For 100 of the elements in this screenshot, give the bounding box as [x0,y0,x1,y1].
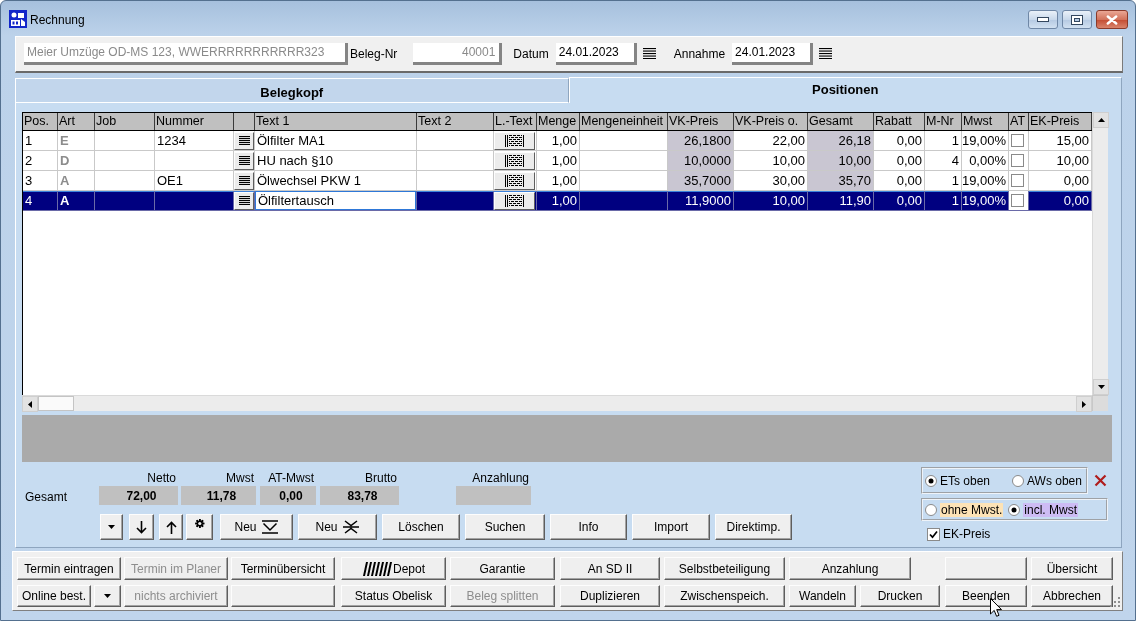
dropdown-button[interactable] [100,514,123,540]
minimize-icon [1037,17,1049,22]
action-button[interactable]: Wandeln [789,585,856,607]
action-button[interactable]: Anzahlung [789,557,911,580]
column-header[interactable]: VK-Preis o. [734,113,808,130]
checkbox[interactable] [1011,174,1024,187]
column-header[interactable]: Menge [537,113,580,130]
action-button[interactable]: Status Obelisk [341,585,446,607]
horizontal-scrollbar[interactable] [22,395,1092,411]
table-row[interactable]: 1 E 1234 Ölfilter MA1 1,00 26,1800 22,00 26,18 0,00 1 19,00% 15,00 [23,131,1092,151]
settings-button[interactable] [186,514,213,540]
action-button[interactable]: Garantie [450,557,555,580]
radio-option[interactable]: ETs oben [925,473,1012,488]
list-icon [238,176,250,185]
scroll-down-button[interactable] [1093,379,1109,395]
table-cell: 10,0000 [668,151,734,171]
resize-grip-icon[interactable] [1110,597,1120,607]
checkbox-option[interactable]: EK-Preis [927,527,991,541]
list-icon[interactable] [819,48,833,59]
table-cell: 35,70 [808,171,874,191]
cross-icon[interactable] [1094,474,1107,487]
long-text-button[interactable] [494,131,535,150]
column-header[interactable]: Rabatt [874,113,925,130]
toolbar-button[interactable]: Löschen [382,514,460,540]
column-header[interactable]: Job [95,113,155,130]
maximize-button[interactable] [1062,10,1092,29]
table-cell: 1 [925,191,962,211]
move-up-button[interactable] [159,514,183,540]
arrow-up-icon [165,520,177,534]
scroll-right-button[interactable] [1076,396,1092,412]
column-header[interactable]: Mwst [962,113,1009,130]
scroll-left-button[interactable] [22,396,38,412]
list-icon[interactable] [642,48,656,59]
table-row[interactable]: 2 D HU nach §10 1,00 10,0000 10,00 10,00 0,00 4 0,00% 10,00 [23,151,1092,171]
radio-option[interactable]: incl. Mwst [1008,502,1079,517]
minimize-button[interactable] [1028,10,1058,29]
checkbox[interactable] [1011,194,1024,207]
column-header[interactable]: AT [1009,113,1029,130]
table-row[interactable]: 3 A OE1 Ölwechsel PKW 1 1,00 35,7000 30,00 35,70 0,00 1 19,00% 0,00 [23,171,1092,191]
date-field[interactable]: 24.01.2023 [732,42,814,65]
tab[interactable]: Positionen [568,77,1122,103]
column-header[interactable]: Art [58,113,95,130]
action-button[interactable]: Duplizieren [560,585,660,607]
checkbox[interactable] [1011,134,1024,147]
action-button[interactable]: Depot [341,557,446,580]
action-button[interactable]: Terminübersicht [231,557,335,580]
maximize-icon [1071,14,1083,25]
column-header[interactable]: M-Nr [925,113,962,130]
column-header[interactable]: Nummer [155,113,234,130]
checkbox[interactable] [1011,154,1024,167]
vertical-scrollbar[interactable] [1092,112,1108,395]
action-button[interactable]: Beenden [945,585,1027,607]
action-button[interactable]: Online best. [17,585,91,607]
scroll-up-button[interactable] [1093,112,1109,128]
list-button[interactable] [234,131,254,150]
new-button[interactable]: Neu [298,514,377,540]
column-header[interactable]: L.-Text [494,113,537,130]
table-cell: 11,90 [808,191,874,211]
action-button[interactable]: An SD II [560,557,660,580]
action-button[interactable]: Übersicht [1031,557,1113,580]
tab[interactable]: Belegkopf [15,78,569,103]
column-header[interactable]: VK-Preis [668,113,734,130]
radio-option[interactable]: AWs oben [1012,473,1082,488]
list-icon [238,196,250,205]
action-button[interactable]: Termin eintragen [17,557,121,580]
action-button[interactable]: Drucken [860,585,940,607]
app-icon [9,10,27,28]
scrollbar-thumb[interactable] [38,396,74,411]
long-text-button[interactable] [494,171,535,190]
long-text-button[interactable] [494,191,535,210]
move-down-button[interactable] [129,514,154,540]
column-header[interactable]: Gesamt [808,113,874,130]
long-text-button[interactable] [494,151,535,170]
list-button[interactable] [234,191,254,210]
toolbar-button[interactable]: Suchen [465,514,545,540]
table-row[interactable]: 4 A Ölfiltertausch 1,00 11,9000 10,00 11,90 0,00 1 19,00% 0,00 [23,191,1092,211]
column-header[interactable]: Pos. [23,113,58,130]
close-button[interactable] [1096,10,1128,29]
text-input[interactable]: Ölfiltertausch [255,191,416,210]
blank-button[interactable] [231,585,335,607]
table-cell: A [58,191,95,211]
radio-option[interactable]: ohne Mwst. [925,502,1004,517]
blank-button[interactable] [945,557,1027,580]
column-header[interactable]: Text 1 [255,113,417,130]
action-button[interactable]: Abbrechen [1031,585,1113,607]
action-button[interactable]: Selbstbeteiligung [664,557,785,580]
list-button[interactable] [234,171,254,190]
table-cell: 10,00 [808,151,874,171]
table-cell: 11,9000 [668,191,734,211]
toolbar-button[interactable]: Info [550,514,627,540]
new-button[interactable]: Neu [220,514,293,540]
column-header[interactable]: Text 2 [417,113,494,130]
toolbar-button[interactable]: Import [632,514,710,540]
action-button[interactable]: Zwischenspeich. [664,585,785,607]
toolbar-button[interactable]: Direktimp. [715,514,792,540]
dropdown-button[interactable] [94,585,121,607]
column-header[interactable]: Mengeneinheit [580,113,668,130]
scrollbar-corner [1092,395,1108,411]
date-field[interactable]: 24.01.2023 [555,42,637,65]
list-button[interactable] [234,151,254,170]
